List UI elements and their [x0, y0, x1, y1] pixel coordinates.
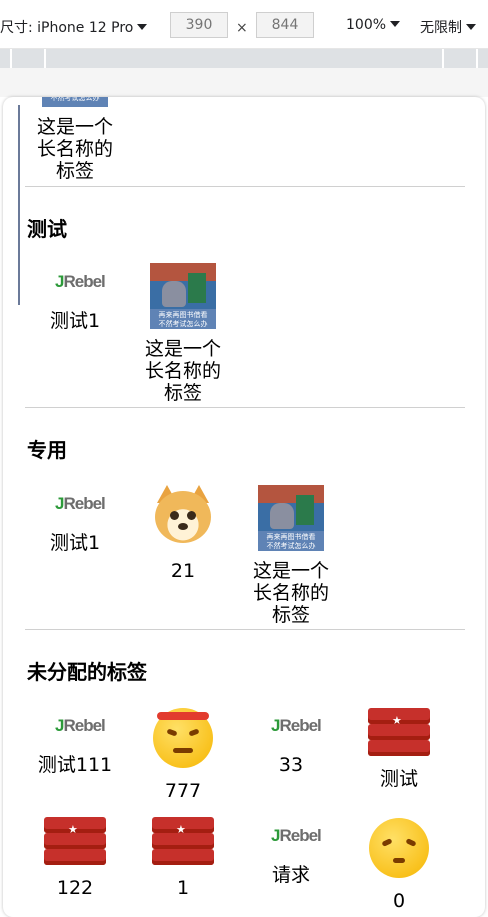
tag-item[interactable]: JRebel 测试111: [27, 714, 123, 776]
section-divider: [25, 407, 465, 408]
throttle-select[interactable]: 无限制: [420, 17, 476, 37]
jrebel-logo-icon: JRebel: [271, 716, 322, 735]
section-title: 专用: [27, 438, 67, 462]
tag-item[interactable]: 再来再图书借看 不然考试怎么办 这是一个长名称的标签: [135, 263, 231, 404]
tag-label: 0: [392, 890, 406, 912]
tag-label: 21: [170, 560, 196, 582]
height-input[interactable]: 844: [256, 12, 314, 38]
tag-label: 33: [278, 754, 304, 776]
tag-item[interactable]: JRebel 测试1: [27, 270, 123, 332]
tag-label: 1: [176, 877, 190, 899]
angry-emoji-icon: [153, 708, 213, 768]
tag-label: 这是一个长名称的标签: [252, 560, 329, 626]
tag-item[interactable]: 不然考试怎么办 这是一个长名称的标签: [27, 97, 123, 182]
tag-item[interactable]: JRebel 请求: [243, 824, 339, 886]
meme-caption: 不然考试怎么办: [266, 542, 316, 550]
chevron-down-icon: [390, 21, 401, 27]
tag-label: 777: [164, 780, 202, 802]
jrebel-logo-icon: JRebel: [55, 716, 106, 735]
tag-item[interactable]: ★ 122: [27, 813, 123, 899]
zoom-label: 100%: [346, 17, 387, 33]
meme-picture-icon: 再来再图书借看 不然考试怎么办: [258, 485, 324, 551]
annoyed-emoji-icon: [369, 818, 429, 878]
media-query-ruler[interactable]: [0, 49, 488, 68]
zoom-select[interactable]: 100%: [346, 17, 401, 33]
tag-item[interactable]: 777: [135, 708, 231, 802]
chevron-down-icon: [137, 24, 148, 30]
jrebel-logo-icon: JRebel: [271, 826, 322, 845]
meme-picture-icon: 再来再图书借看 不然考试怎么办: [150, 263, 216, 329]
meme-picture-icon: 不然考试怎么办: [42, 97, 108, 107]
scroll-indicator: [18, 105, 20, 305]
doge-emoji-icon: [153, 485, 213, 545]
tag-label: 这是一个长名称的标签: [144, 338, 221, 404]
device-select-label: 尺寸: iPhone 12 Pro: [0, 20, 134, 36]
section-divider: [25, 629, 465, 630]
meme-caption: 再来再图书借看: [158, 311, 208, 319]
tag-item[interactable]: ★ 1: [135, 813, 231, 899]
section-title: 测试: [27, 217, 67, 241]
tag-item[interactable]: JRebel 33: [243, 714, 339, 776]
chevron-down-icon: [466, 24, 476, 30]
section-title: 未分配的标签: [27, 660, 147, 684]
width-input[interactable]: 390: [170, 12, 228, 38]
tag-label: 测试1: [49, 532, 101, 554]
redis-logo-icon: ★: [150, 813, 216, 871]
throttle-label: 无限制: [420, 20, 462, 36]
tag-item[interactable]: 0: [351, 818, 447, 912]
meme-caption: 再来再图书借看: [266, 533, 316, 541]
device-screen: 不然考试怎么办 这是一个长名称的标签 测试 JRebel 测试1 再来再图书借看…: [3, 97, 485, 917]
tag-item[interactable]: 再来再图书借看 不然考试怎么办 这是一个长名称的标签: [243, 485, 339, 626]
section-divider: [25, 186, 465, 187]
devtools-device-toolbar: 尺寸: iPhone 12 Pro 390 × 844 100% 无限制: [0, 0, 488, 49]
tag-label: 122: [56, 877, 94, 899]
redis-logo-icon: ★: [42, 813, 108, 871]
times-symbol: ×: [236, 20, 248, 36]
tag-label: 测试: [379, 768, 418, 790]
tag-item[interactable]: JRebel 测试1: [27, 492, 123, 554]
meme-caption: 不然考试怎么办: [50, 97, 100, 102]
jrebel-logo-icon: JRebel: [55, 494, 106, 513]
redis-logo-icon: ★: [366, 704, 432, 762]
tag-label: 这是一个长名称的标签: [36, 116, 113, 182]
tag-label: 测试111: [37, 754, 113, 776]
meme-caption: 不然考试怎么办: [158, 320, 208, 328]
tag-label: 测试1: [49, 310, 101, 332]
tag-item[interactable]: 21: [135, 485, 231, 582]
device-select[interactable]: 尺寸: iPhone 12 Pro: [0, 17, 148, 37]
jrebel-logo-icon: JRebel: [55, 272, 106, 291]
tag-item[interactable]: ★ 测试: [351, 704, 447, 790]
viewport-background: [0, 68, 488, 97]
tag-label: 请求: [271, 864, 310, 886]
